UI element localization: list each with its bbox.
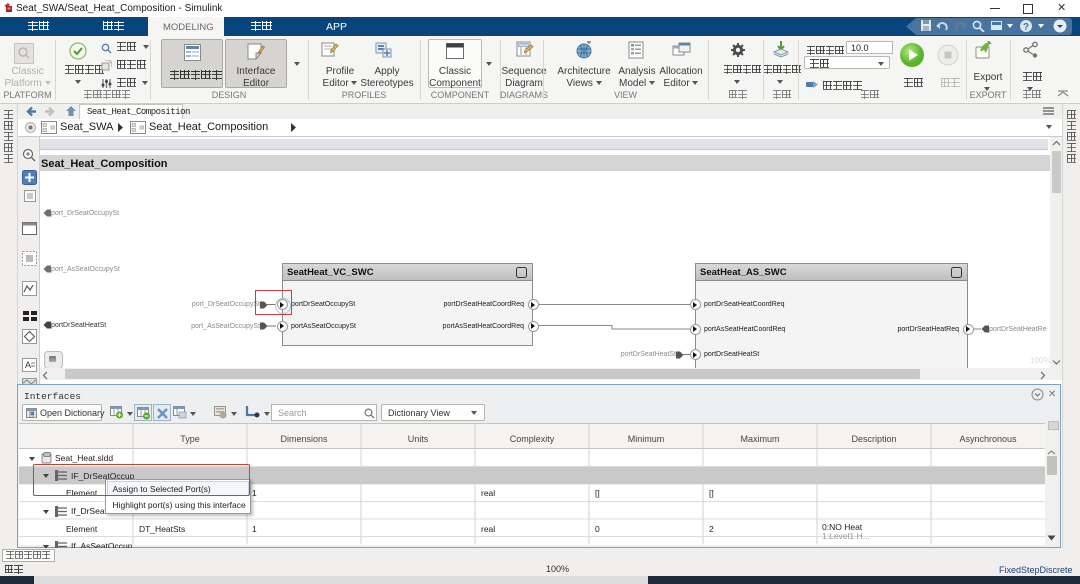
svg-text:?: ? (1023, 22, 1029, 33)
svg-text:A: A (25, 360, 31, 370)
